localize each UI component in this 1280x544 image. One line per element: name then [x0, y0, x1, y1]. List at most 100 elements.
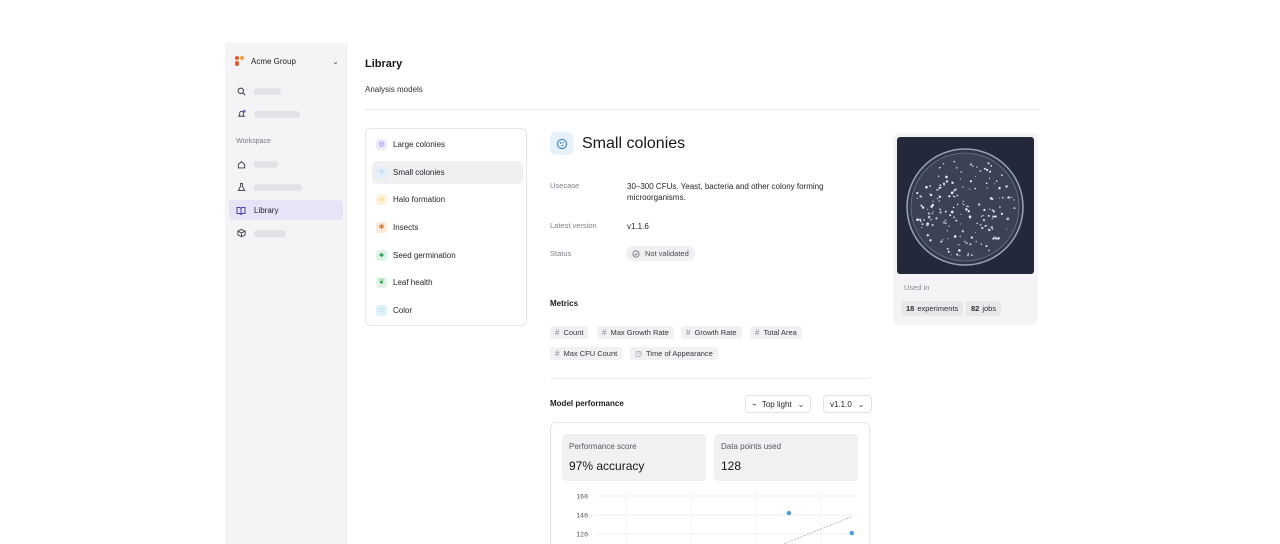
model-item[interactable]: ❦ Leaf health	[372, 271, 523, 294]
colony-dot	[921, 226, 923, 229]
colony-dot	[946, 247, 949, 250]
colony-dot	[956, 253, 959, 256]
colony-dot	[992, 210, 995, 213]
workspace-label: Workspace	[236, 138, 271, 145]
y-tick-label: 120	[576, 531, 588, 539]
colony-dot	[961, 230, 965, 233]
colony-dot	[936, 197, 939, 200]
model-item[interactable]: ◌ Color	[372, 299, 523, 322]
colony-dot	[999, 197, 1001, 199]
colony-dot	[982, 218, 986, 222]
model-item-label: Halo formation	[393, 195, 446, 204]
palette-icon: ◌	[376, 305, 387, 316]
colony-dot	[945, 222, 947, 224]
model-item[interactable]: ☼ Halo formation	[372, 188, 523, 211]
org-switcher[interactable]: Acme Group ⌄	[235, 54, 339, 68]
colony-dot	[960, 178, 962, 180]
colony-dot	[926, 234, 929, 237]
colony-dot	[953, 216, 955, 219]
experiments-badge[interactable]: 18 experiments	[901, 301, 964, 316]
colony-dot	[945, 180, 949, 183]
colony-dot	[1010, 196, 1013, 199]
colony-dot	[965, 208, 968, 211]
colony-dot	[947, 250, 950, 253]
colony-dot	[925, 185, 928, 189]
status-label: Status	[550, 249, 572, 258]
colony-dot	[916, 197, 918, 200]
colony-dot	[927, 212, 931, 215]
colony-dot	[960, 171, 962, 173]
sidebar-item-library[interactable]: Library	[229, 200, 343, 220]
model-item-selected[interactable]: ⁘ Small colonies	[372, 161, 523, 184]
y-tick-label: 140	[576, 512, 588, 520]
version-select[interactable]: v1.1.0 ⌄	[823, 395, 872, 413]
metric-chip: # Count	[550, 326, 589, 339]
colony-dot	[960, 213, 962, 215]
colony-dot	[967, 210, 970, 213]
model-title: Small colonies	[582, 135, 686, 152]
colony-dot	[916, 218, 919, 221]
colony-dot	[967, 205, 970, 208]
colony-dot	[950, 254, 952, 256]
colony-dot	[931, 218, 933, 220]
colony-dot	[990, 226, 994, 229]
colony-dot	[970, 236, 973, 239]
sidebar-item-label-hidden	[254, 229, 286, 237]
lighting-select[interactable]: ⌁ Top light ⌄	[745, 395, 812, 413]
sidebar-item-devices[interactable]	[229, 223, 343, 243]
sprout-icon: ♣	[376, 250, 387, 261]
colony-dot	[950, 210, 954, 214]
colony-dot	[949, 214, 952, 217]
colony-dot	[987, 228, 991, 232]
colony-dot	[997, 237, 1000, 240]
colony-dot	[938, 186, 941, 190]
model-item-label: Leaf health	[393, 278, 433, 287]
metric-chip: # Growth Rate	[681, 326, 742, 339]
version-value: v1.1.6	[627, 222, 649, 231]
hash-icon: #	[755, 328, 760, 337]
model-item-label: Small colonies	[393, 168, 445, 177]
colony-dot	[1006, 217, 1010, 221]
sidebar-item-search[interactable]	[229, 81, 343, 101]
colony-dot	[1005, 185, 1008, 188]
colony-dot	[981, 226, 984, 230]
colony-dot	[989, 208, 991, 210]
colony-dot	[998, 206, 1001, 208]
jobs-count: 82	[971, 304, 980, 313]
performance-title: Model performance	[550, 399, 624, 408]
cube-icon	[236, 228, 246, 238]
sidebar-item-label-hidden	[254, 183, 302, 191]
colony-dot	[964, 241, 967, 243]
colony-dot	[995, 180, 998, 182]
colony-dot	[963, 203, 965, 206]
chevron-down-icon: ⌄	[857, 399, 865, 409]
model-item[interactable]: ✱ Insects	[372, 216, 523, 239]
colony-dot	[959, 235, 961, 238]
colony-dot	[959, 255, 961, 257]
colony-dot	[975, 231, 977, 233]
colony-dot	[938, 195, 942, 198]
colony-dot	[931, 203, 935, 207]
colony-dot	[927, 208, 929, 210]
hash-icon: #	[555, 349, 560, 358]
colony-dot	[962, 186, 964, 188]
colony-dot	[982, 215, 984, 217]
colony-dot	[968, 215, 972, 219]
version-label: Latest version	[550, 221, 597, 230]
sidebar-item-home[interactable]	[229, 154, 343, 174]
colony-dot	[986, 225, 988, 227]
model-item-label: Seed germination	[393, 251, 456, 260]
sidebar-item-notifications[interactable]	[229, 104, 343, 124]
colony-dot	[972, 165, 974, 167]
colony-dot	[992, 215, 994, 218]
usecase-label: Usecase	[550, 181, 580, 190]
sidebar-item-experiments[interactable]	[229, 177, 343, 197]
model-item[interactable]: ♣ Seed germination	[372, 244, 523, 267]
colony-dot	[986, 187, 989, 189]
model-item-label: Insects	[393, 223, 419, 232]
model-item[interactable]: ◎ Large colonies	[372, 133, 523, 156]
colony-dot	[952, 206, 955, 209]
colony-dot	[947, 237, 949, 240]
jobs-badge[interactable]: 82 jobs	[966, 301, 1002, 316]
experiments-count: 18	[906, 304, 915, 313]
